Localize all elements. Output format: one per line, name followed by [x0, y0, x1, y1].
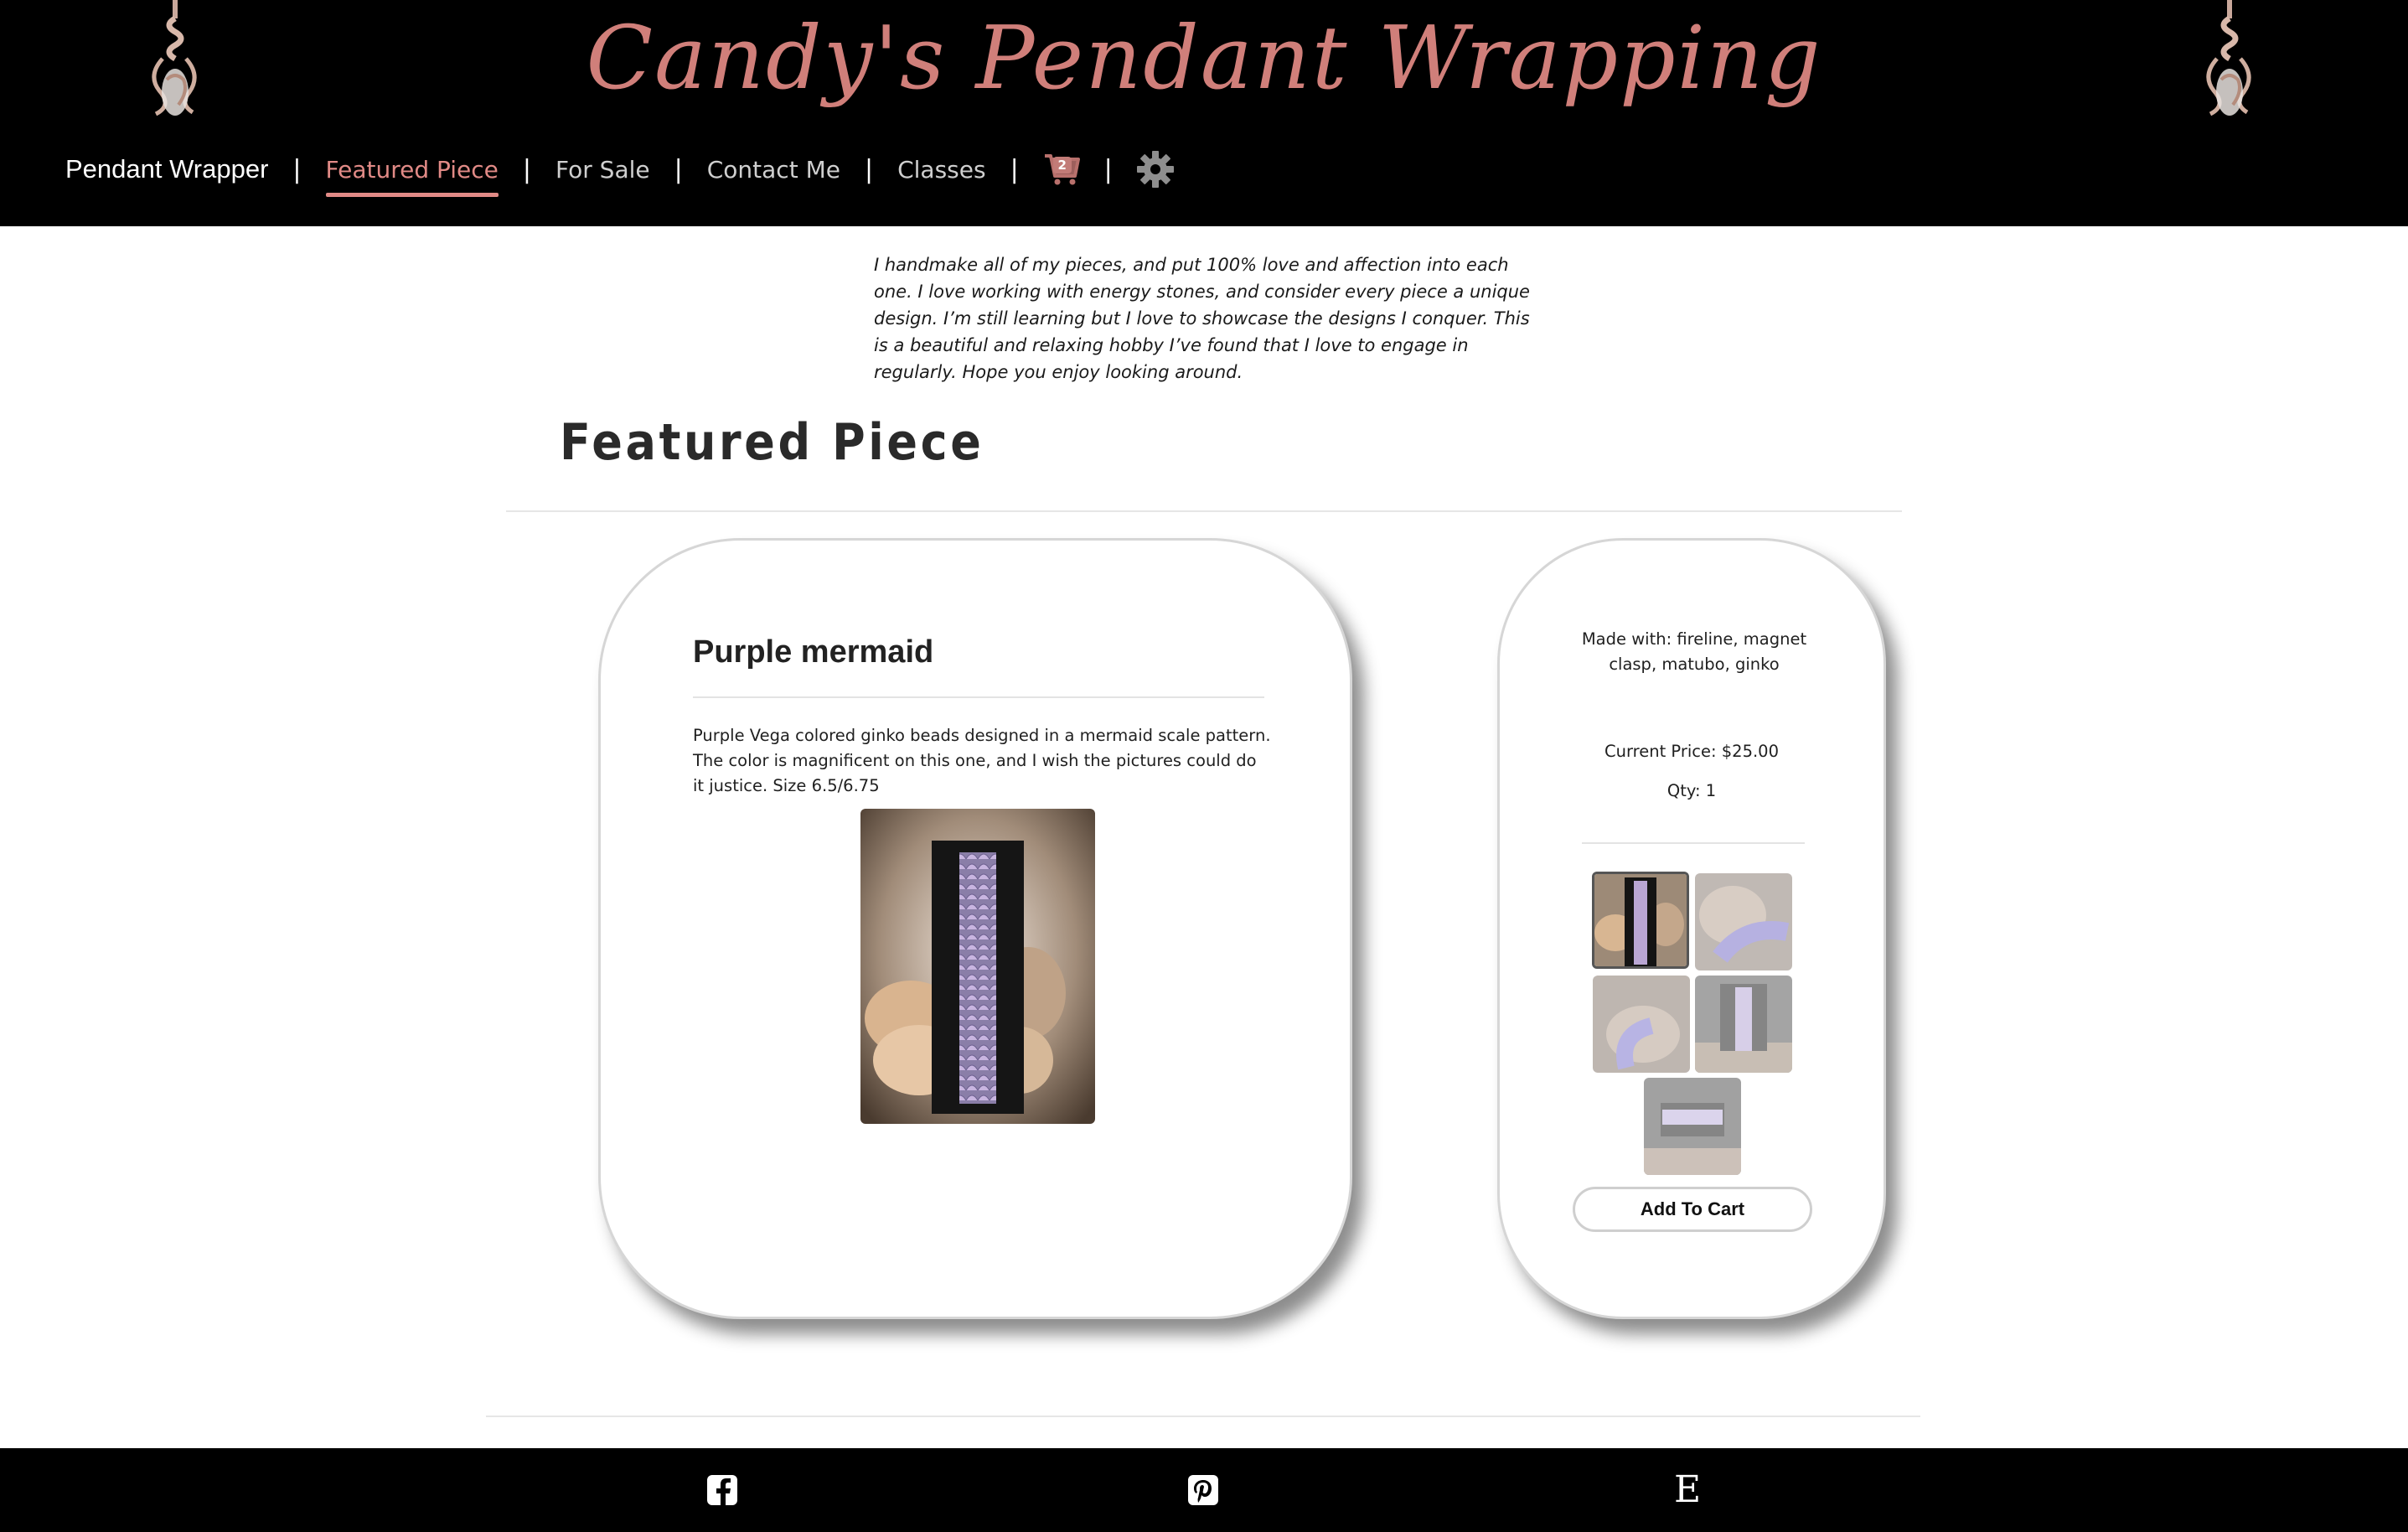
product-description: Purple Vega colored ginko beads designed… [693, 726, 1271, 795]
product-card: Purple mermaid Purple Vega colored ginko… [598, 538, 1352, 1319]
nav-separator: | [522, 154, 532, 184]
site-header: Candy's Pendant Wrapping Pendant Wrapper… [0, 0, 2408, 226]
gear-icon[interactable] [1136, 151, 1174, 188]
materials-text: Made with: fireline, magnet clasp, matub… [1581, 629, 1807, 674]
nav-brand[interactable]: Pendant Wrapper [65, 149, 268, 189]
nav-item-contact-me[interactable]: Contact Me [707, 151, 840, 189]
footer-divider [486, 1416, 1920, 1417]
purchase-divider [1582, 842, 1805, 844]
main-navigation: Pendant Wrapper | Featured Piece | For S… [65, 144, 1174, 197]
site-title: Candy's Pendant Wrapping [586, 7, 1822, 109]
pinterest-icon[interactable] [1186, 1473, 1220, 1507]
etsy-icon[interactable]: E [1671, 1472, 1704, 1509]
thumbnail-3[interactable] [1593, 976, 1690, 1073]
cart-button[interactable]: 2 [1043, 153, 1080, 186]
nav-separator: | [674, 154, 683, 184]
page-title: Featured Piece [560, 413, 984, 472]
thumbnail-5[interactable] [1644, 1078, 1741, 1175]
quantity-text: Qty: 1 [1666, 781, 1717, 800]
nav-separator: | [1103, 154, 1113, 184]
add-to-cart-button[interactable]: Add To Cart [1573, 1187, 1812, 1232]
nav-separator: | [864, 154, 874, 184]
product-divider [693, 696, 1264, 698]
product-name: Purple mermaid [693, 634, 934, 670]
intro-text: I handmake all of my pieces, and put 100… [874, 255, 1530, 382]
nav-separator: | [292, 154, 302, 184]
thumbnail-2[interactable] [1695, 873, 1792, 970]
site-footer: E [0, 1448, 2408, 1532]
nav-separator: | [1010, 154, 1019, 184]
facebook-icon[interactable] [705, 1473, 739, 1507]
purchase-card: Made with: fireline, magnet clasp, matub… [1497, 538, 1886, 1319]
nav-item-classes[interactable]: Classes [897, 151, 985, 189]
thumbnail-1[interactable] [1592, 872, 1689, 969]
cart-count-badge: 2 [1052, 157, 1072, 173]
current-price: Current Price: $25.00 [1604, 742, 1779, 761]
thumbnail-4[interactable] [1695, 976, 1792, 1073]
nav-item-for-sale[interactable]: For Sale [555, 151, 650, 189]
nav-item-featured-piece[interactable]: Featured Piece [325, 151, 499, 197]
section-divider [506, 510, 1902, 512]
product-photo[interactable] [860, 809, 1095, 1124]
